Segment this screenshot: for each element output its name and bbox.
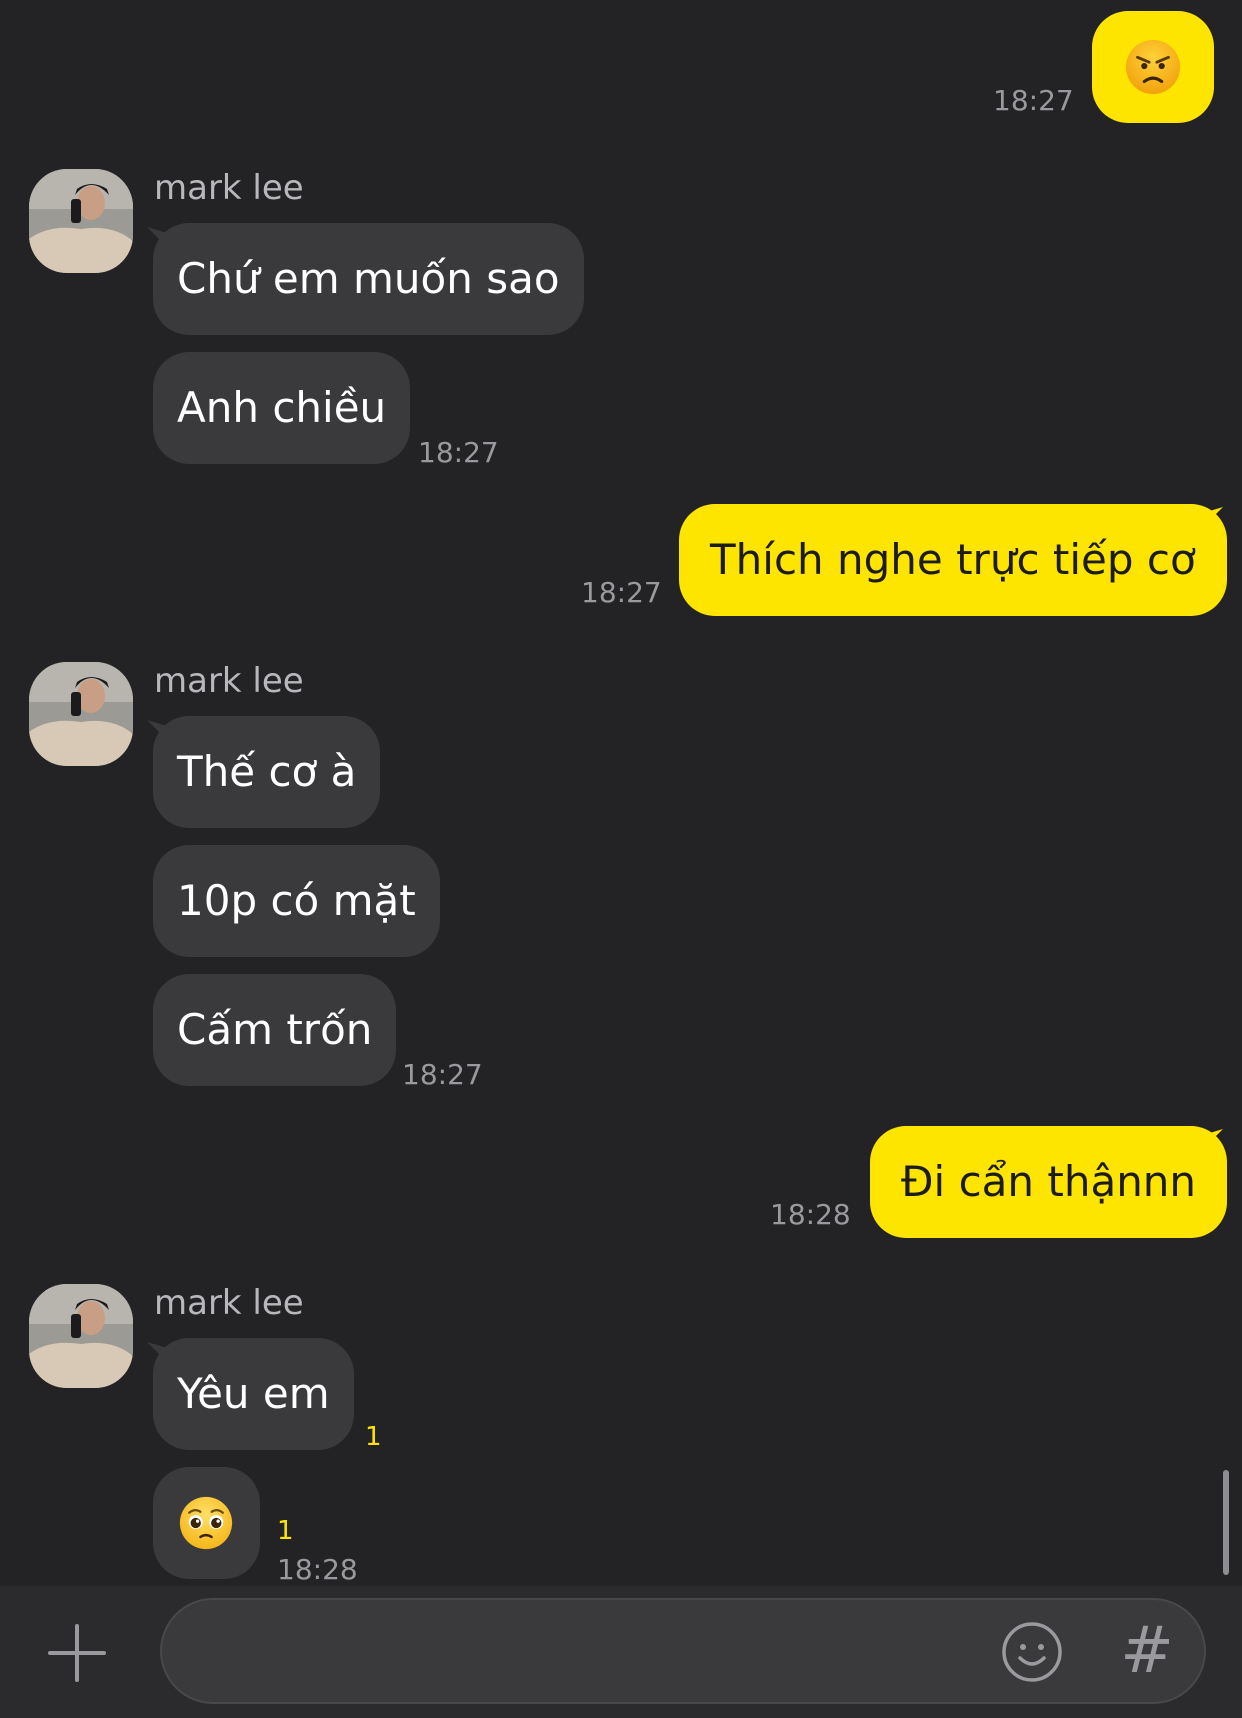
pouting-face-icon (1125, 39, 1181, 95)
sender-name: mark lee (154, 661, 304, 701)
hashtag-button[interactable]: # (1120, 1616, 1174, 1686)
message-time: 18:27 (993, 84, 1074, 117)
outgoing-message-bubble[interactable]: Thích nghe trực tiếp cơ (679, 504, 1227, 616)
avatar[interactable] (29, 1284, 133, 1388)
avatar[interactable] (29, 169, 133, 273)
pleading-face-icon (179, 1496, 233, 1550)
message-time: 18:27 (402, 1058, 483, 1091)
unread-count: 1 (365, 1422, 382, 1452)
message-time: 18:28 (770, 1198, 851, 1231)
outgoing-emoji-bubble[interactable] (1092, 11, 1214, 123)
incoming-message-bubble[interactable]: 10p có mặt (153, 845, 440, 957)
outgoing-message-bubble[interactable]: Đi cẩn thậnnn (870, 1126, 1228, 1238)
avatar[interactable] (29, 662, 133, 766)
emoji-icon[interactable] (1000, 1620, 1064, 1684)
message-time: 18:27 (581, 576, 662, 609)
message-time: 18:28 (277, 1553, 358, 1586)
incoming-message-bubble[interactable]: Cấm trốn (153, 974, 397, 1086)
chat-area[interactable]: 18:27 mark lee Chứ em muốn sao Anh chiều… (0, 0, 1242, 1586)
incoming-message-bubble[interactable]: Yêu em (153, 1338, 354, 1450)
incoming-message-bubble[interactable]: Anh chiều (153, 352, 411, 464)
incoming-message-bubble[interactable]: Chứ em muốn sao (153, 223, 584, 335)
incoming-message-bubble[interactable]: Thế cơ à (153, 716, 381, 828)
scrollbar[interactable] (1223, 1470, 1229, 1575)
plus-icon[interactable] (46, 1622, 108, 1684)
sender-name: mark lee (154, 168, 304, 208)
unread-count: 1 (277, 1516, 294, 1546)
sender-name: mark lee (154, 1283, 304, 1323)
incoming-emoji-bubble[interactable] (153, 1467, 260, 1579)
message-time: 18:27 (418, 436, 499, 469)
